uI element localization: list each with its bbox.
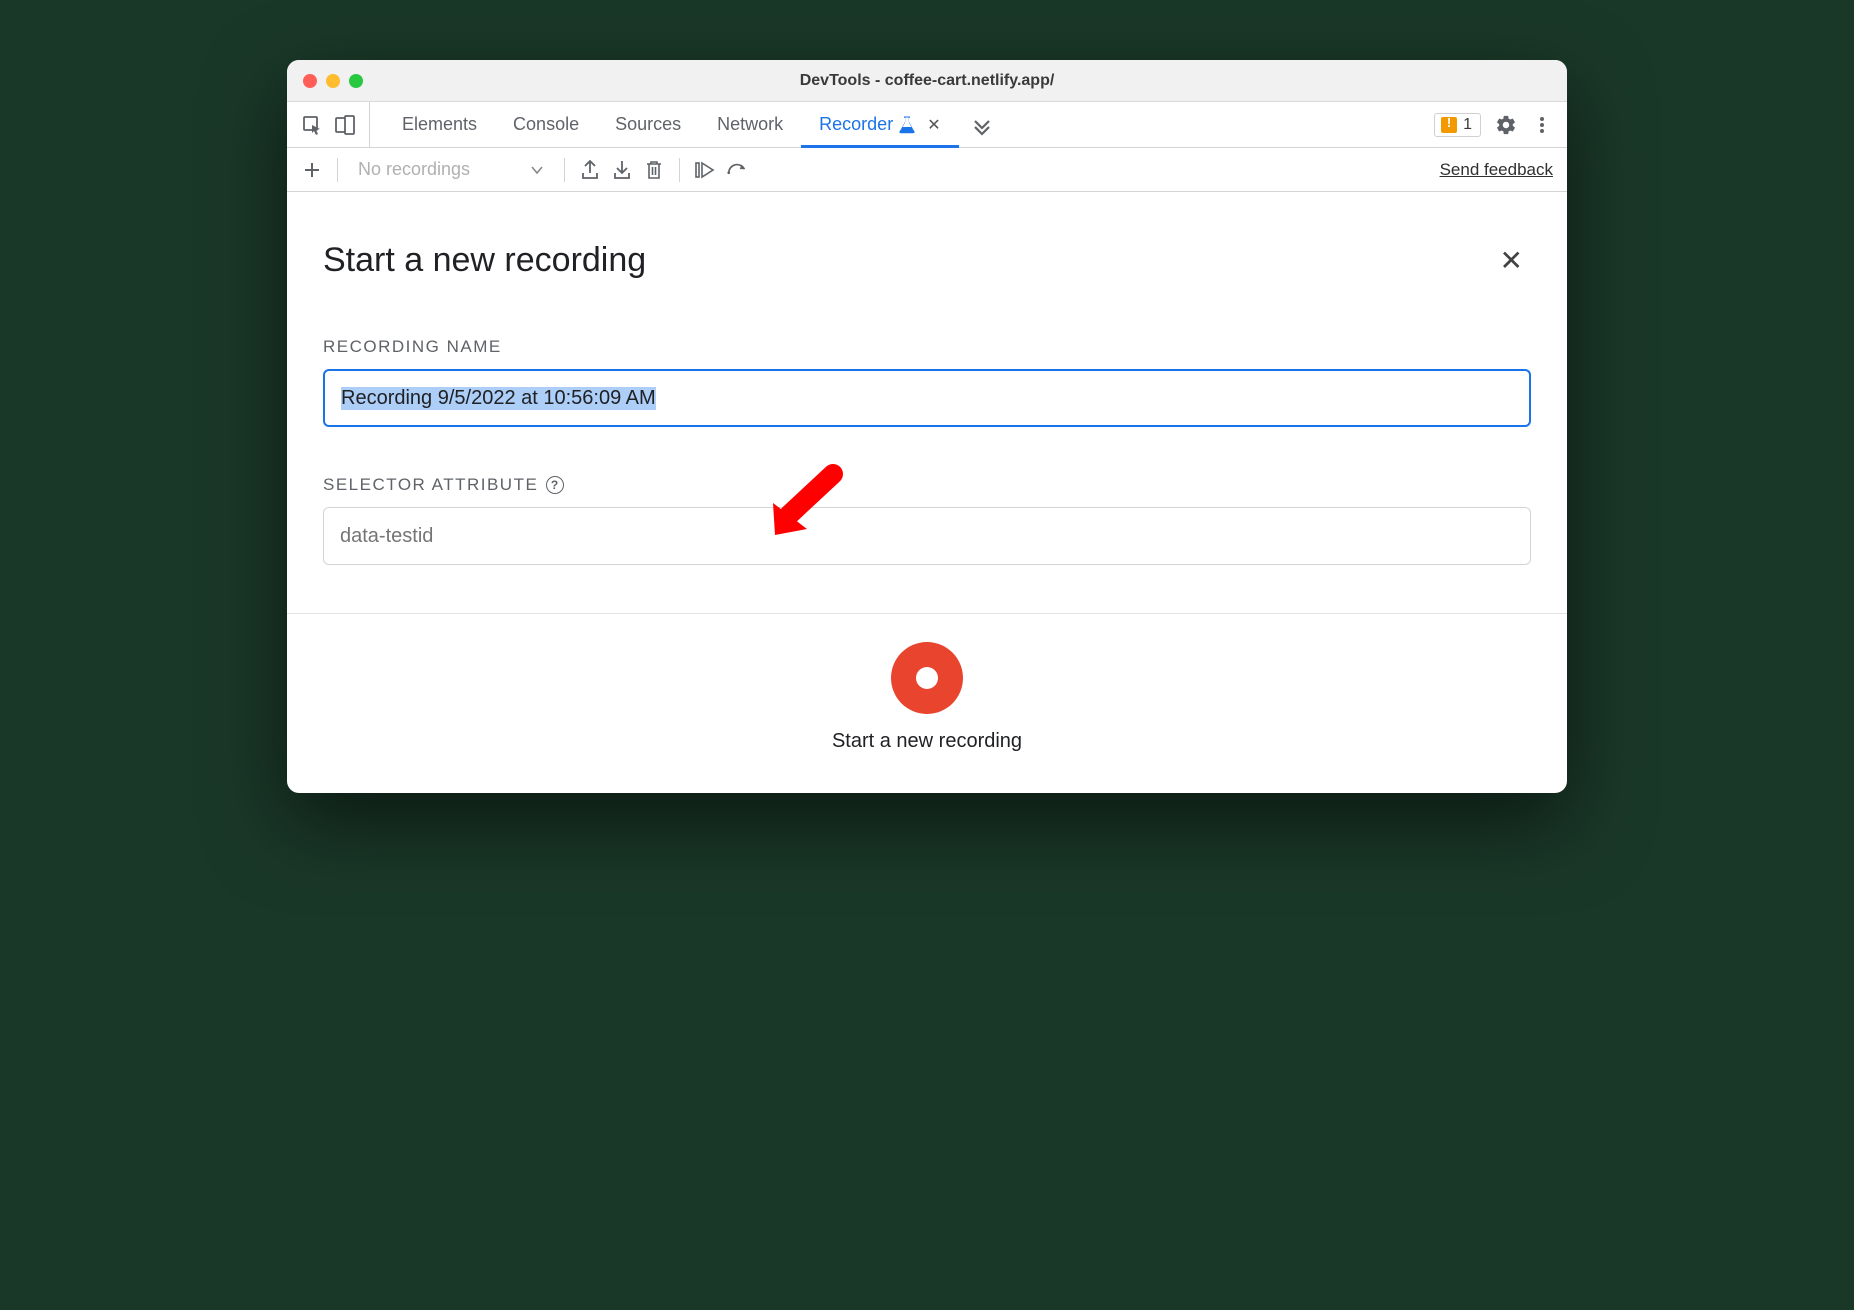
separator	[564, 158, 565, 182]
tab-recorder[interactable]: Recorder ✕	[801, 102, 958, 147]
inspect-tools	[297, 102, 370, 147]
tab-label: Elements	[402, 114, 477, 135]
settings-icon[interactable]	[1495, 114, 1517, 136]
devtools-tabs-row: Elements Console Sources Network Recorde…	[287, 102, 1567, 148]
chevron-down-icon	[530, 163, 544, 177]
label-text: SELECTOR ATTRIBUTE	[323, 475, 538, 495]
issues-count: 1	[1463, 116, 1472, 134]
kebab-menu-icon[interactable]	[1531, 114, 1553, 136]
panel-header: Start a new recording ✕	[323, 240, 1531, 281]
separator	[679, 158, 680, 182]
page-title: Start a new recording	[323, 241, 646, 280]
help-icon[interactable]: ?	[546, 476, 564, 494]
close-window-button[interactable]	[303, 74, 317, 88]
selector-attribute-field: SELECTOR ATTRIBUTE ?	[323, 475, 1531, 565]
tab-console[interactable]: Console	[495, 102, 597, 147]
tabs-right-controls: 1	[1434, 102, 1557, 147]
tab-label: Network	[717, 114, 783, 135]
issues-badge[interactable]: 1	[1434, 113, 1481, 137]
devtools-window: DevTools - coffee-cart.netlify.app/ Elem…	[287, 60, 1567, 793]
selector-attribute-label: SELECTOR ATTRIBUTE ?	[323, 475, 1531, 495]
tab-network[interactable]: Network	[699, 102, 801, 147]
more-tabs-button[interactable]	[959, 102, 1005, 147]
recorder-panel: Start a new recording ✕ RECORDING NAME R…	[287, 192, 1567, 565]
recording-name-value: Recording 9/5/2022 at 10:56:09 AM	[341, 387, 656, 410]
warning-icon	[1441, 117, 1457, 133]
maximize-window-button[interactable]	[349, 74, 363, 88]
recorder-toolbar: No recordings Send feedback	[287, 148, 1567, 192]
delete-icon[interactable]	[643, 159, 665, 181]
send-feedback-link[interactable]: Send feedback	[1440, 160, 1553, 179]
traffic-lights	[287, 74, 363, 88]
step-icon[interactable]	[694, 159, 716, 181]
recording-name-input[interactable]: Recording 9/5/2022 at 10:56:09 AM	[323, 369, 1531, 427]
minimize-window-button[interactable]	[326, 74, 340, 88]
close-tab-icon[interactable]: ✕	[927, 115, 940, 135]
import-icon[interactable]	[611, 159, 633, 181]
inspect-element-icon[interactable]	[301, 114, 323, 136]
separator	[337, 158, 338, 182]
tab-elements[interactable]: Elements	[384, 102, 495, 147]
tab-sources[interactable]: Sources	[597, 102, 699, 147]
tabs-list: Elements Console Sources Network Recorde…	[384, 102, 959, 147]
export-icon[interactable]	[579, 159, 601, 181]
start-recording-label: Start a new recording	[832, 730, 1022, 753]
close-panel-button[interactable]: ✕	[1492, 240, 1531, 281]
bottom-action-bar: Start a new recording	[287, 613, 1567, 793]
start-recording-button[interactable]	[891, 642, 963, 714]
flask-icon	[899, 116, 915, 134]
new-recording-icon[interactable]	[301, 159, 323, 181]
window-title: DevTools - coffee-cart.netlify.app/	[287, 72, 1567, 90]
tab-label: Recorder	[819, 114, 893, 135]
device-toolbar-icon[interactable]	[335, 114, 357, 136]
tab-label: Sources	[615, 114, 681, 135]
recording-name-field: RECORDING NAME Recording 9/5/2022 at 10:…	[323, 337, 1531, 427]
tab-label: Console	[513, 114, 579, 135]
selector-attribute-input[interactable]	[323, 507, 1531, 565]
record-dot-icon	[916, 667, 938, 689]
replay-icon[interactable]	[726, 159, 748, 181]
recording-name-label: RECORDING NAME	[323, 337, 1531, 357]
titlebar: DevTools - coffee-cart.netlify.app/	[287, 60, 1567, 102]
dropdown-label: No recordings	[358, 159, 470, 180]
recordings-dropdown[interactable]: No recordings	[352, 157, 550, 182]
